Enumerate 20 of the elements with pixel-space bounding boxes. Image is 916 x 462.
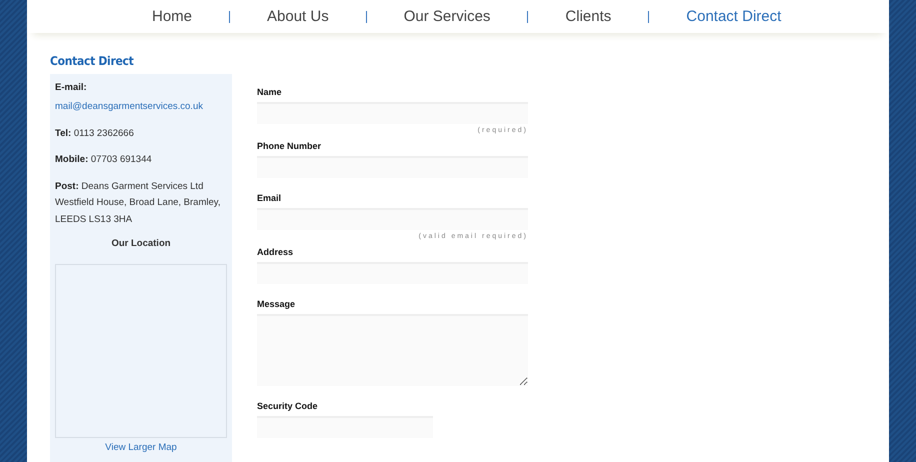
- nav-link[interactable]: Contact Direct: [649, 8, 818, 25]
- nav-link[interactable]: Clients: [528, 8, 648, 25]
- email-link[interactable]: mail@deansgarmentservices.co.uk: [55, 101, 203, 112]
- nav-link[interactable]: About Us: [230, 8, 366, 25]
- contact-detail: Tel: 0113 2362666: [55, 126, 135, 140]
- field-label: Security Code: [257, 401, 319, 411]
- page-heading: Contact Direct: [50, 54, 134, 68]
- field-label: Address: [257, 247, 294, 257]
- nav-link[interactable]: Our Services: [366, 8, 528, 25]
- email-label: E-mail:: [55, 82, 88, 93]
- contact-detail: Post: Deans Garment Services Ltd Westfield House, Broad Lane, Bramley, LEEDS LS13 3HA: [55, 180, 222, 226]
- nav-link[interactable]: Home: [115, 8, 230, 25]
- contact-detail: Mobile: 07703 691344: [55, 153, 153, 167]
- location-title: Our Location: [110, 238, 172, 249]
- map-link[interactable]: View Larger Map: [55, 442, 227, 453]
- field-label: Name: [257, 87, 283, 97]
- field-label: Message: [257, 299, 296, 309]
- field-label: Email: [257, 193, 282, 203]
- message-field[interactable]: [257, 314, 528, 386]
- field-label: Phone Number: [257, 141, 322, 151]
